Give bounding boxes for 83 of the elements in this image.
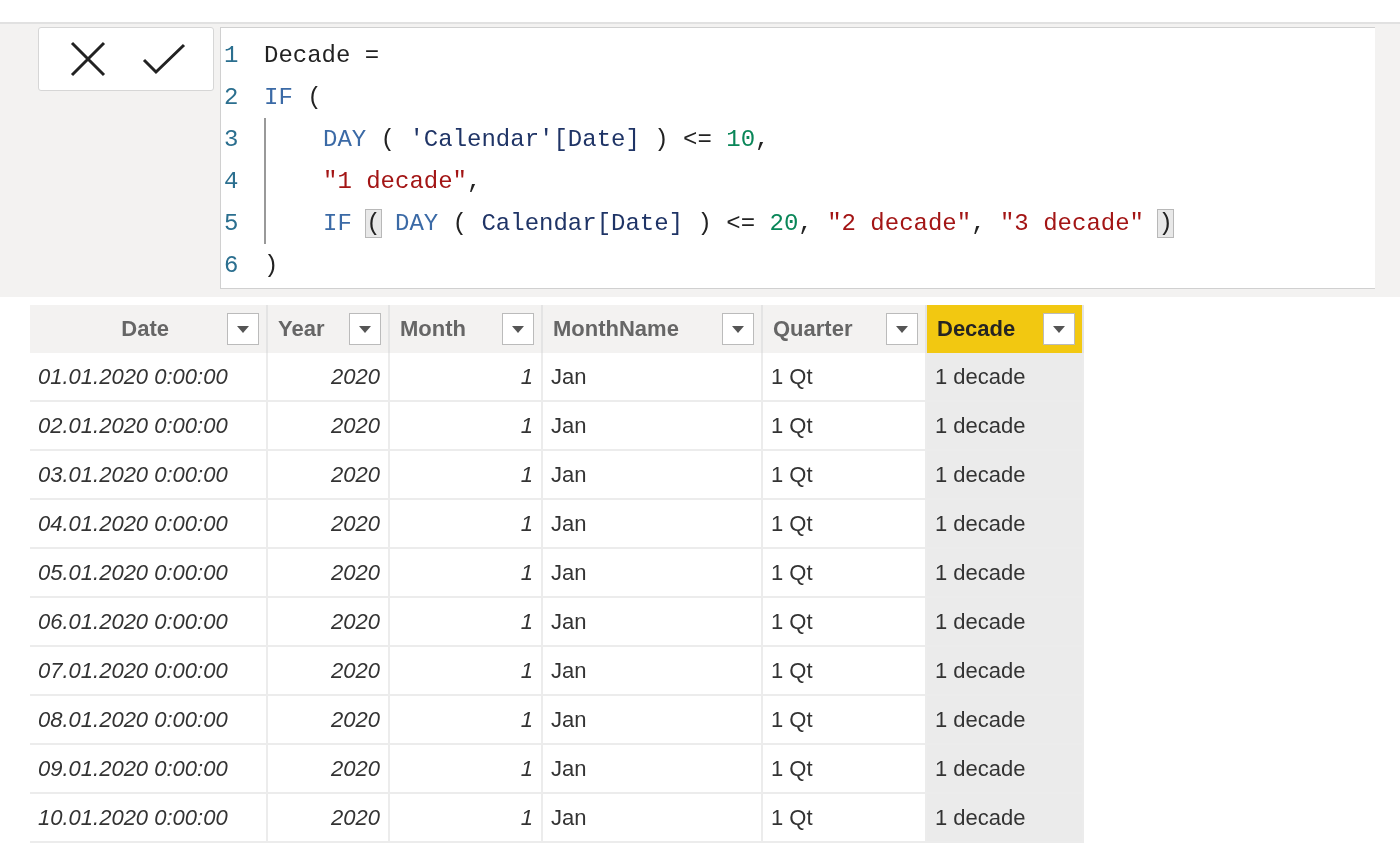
table-cell: 05.01.2020 0:00:00 (30, 549, 268, 598)
table-cell: Jan (543, 794, 763, 843)
table-cell: 1 (390, 794, 543, 843)
table-cell: Jan (543, 696, 763, 745)
filter-button[interactable] (502, 313, 534, 345)
column-header[interactable]: Date (30, 305, 268, 353)
table-cell: 10.01.2020 0:00:00 (30, 794, 268, 843)
table-cell: 1 decade (927, 794, 1084, 843)
line-number: 2 (223, 83, 240, 111)
table-cell: 2020 (268, 402, 390, 451)
table-cell: 02.01.2020 0:00:00 (30, 402, 268, 451)
caret-icon (896, 325, 908, 333)
table-cell: 1 (390, 647, 543, 696)
table-cell: 1 (390, 598, 543, 647)
table-cell: 2020 (268, 647, 390, 696)
table-cell: 1 decade (927, 696, 1084, 745)
table-cell: 08.01.2020 0:00:00 (30, 696, 268, 745)
table-cell: 2020 (268, 598, 390, 647)
table-cell: 2020 (268, 500, 390, 549)
table-cell: 2020 (268, 794, 390, 843)
table-cell: 2020 (268, 745, 390, 794)
table-cell: 1 (390, 353, 543, 402)
table-cell: 06.01.2020 0:00:00 (30, 598, 268, 647)
table-cell: 1 (390, 549, 543, 598)
table-cell: 1 (390, 696, 543, 745)
table-cell: 01.01.2020 0:00:00 (30, 353, 268, 402)
column-header[interactable]: MonthName (543, 305, 763, 353)
line-number: 6 (223, 251, 240, 279)
table-cell: 1 (390, 402, 543, 451)
table-cell: Jan (543, 451, 763, 500)
table-cell: 1 decade (927, 500, 1084, 549)
line-number: 3 (223, 125, 240, 153)
table-cell: 1 (390, 500, 543, 549)
caret-icon (237, 325, 249, 333)
table-cell: Jan (543, 598, 763, 647)
code-line: DAY ( 'Calendar'[Date] ) <= 10, (323, 125, 770, 153)
table-cell: 1 decade (927, 402, 1084, 451)
caret-icon (1053, 325, 1065, 333)
table-cell: 1 decade (927, 353, 1084, 402)
table-cell: 1 (390, 451, 543, 500)
table-cell: Jan (543, 402, 763, 451)
line-number: 4 (223, 167, 240, 195)
filter-button[interactable] (227, 313, 259, 345)
table-cell: Jan (543, 500, 763, 549)
table-cell: 1 (390, 745, 543, 794)
table-cell: 04.01.2020 0:00:00 (30, 500, 268, 549)
column-header[interactable]: Year (268, 305, 390, 353)
caret-icon (359, 325, 371, 333)
table-cell: 1 decade (927, 598, 1084, 647)
close-icon (69, 40, 107, 78)
table-cell: 03.01.2020 0:00:00 (30, 451, 268, 500)
checkmark-icon (142, 43, 186, 75)
column-header[interactable]: Decade (927, 305, 1084, 353)
code-line: ) (264, 251, 279, 279)
table-cell: 1 decade (927, 647, 1084, 696)
table-cell: Jan (543, 745, 763, 794)
table-cell: Jan (543, 647, 763, 696)
column-header[interactable]: Month (390, 305, 543, 353)
code-line: IF ( (264, 83, 322, 111)
line-number: 1 (223, 41, 240, 69)
code-line: Decade = (264, 41, 380, 69)
column-header[interactable]: Quarter (763, 305, 927, 353)
table-cell: 2020 (268, 549, 390, 598)
filter-button[interactable] (886, 313, 918, 345)
table-cell: Jan (543, 549, 763, 598)
code-line: "1 decade", (323, 167, 482, 195)
formula-editor[interactable]: 1 Decade = 2 IF ( 3 DAY ( 'Calendar'[Date] ) <= 10, 4 "1 decade", 5 IF ( DAY ( Calendar[Date] ) <= 20, "2 decade", "3 decade" ) 6 ) (220, 27, 1375, 289)
table-cell: 1 decade (927, 745, 1084, 794)
table-cell: 1 decade (927, 451, 1084, 500)
table-cell: 2020 (268, 696, 390, 745)
table-cell: 1 decade (927, 549, 1084, 598)
table-cell: 07.01.2020 0:00:00 (30, 647, 268, 696)
code-line: IF ( DAY ( Calendar[Date] ) <= 20, "2 decade", "3 decade" ) (323, 209, 1174, 237)
filter-button[interactable] (349, 313, 381, 345)
caret-icon (732, 325, 744, 333)
filter-button[interactable] (722, 313, 754, 345)
line-number: 5 (223, 209, 240, 237)
table-cell: 09.01.2020 0:00:00 (30, 745, 268, 794)
table-cell: 2020 (268, 353, 390, 402)
table-cell: Jan (543, 353, 763, 402)
filter-button[interactable] (1043, 313, 1075, 345)
caret-icon (512, 325, 524, 333)
table-cell: 2020 (268, 451, 390, 500)
